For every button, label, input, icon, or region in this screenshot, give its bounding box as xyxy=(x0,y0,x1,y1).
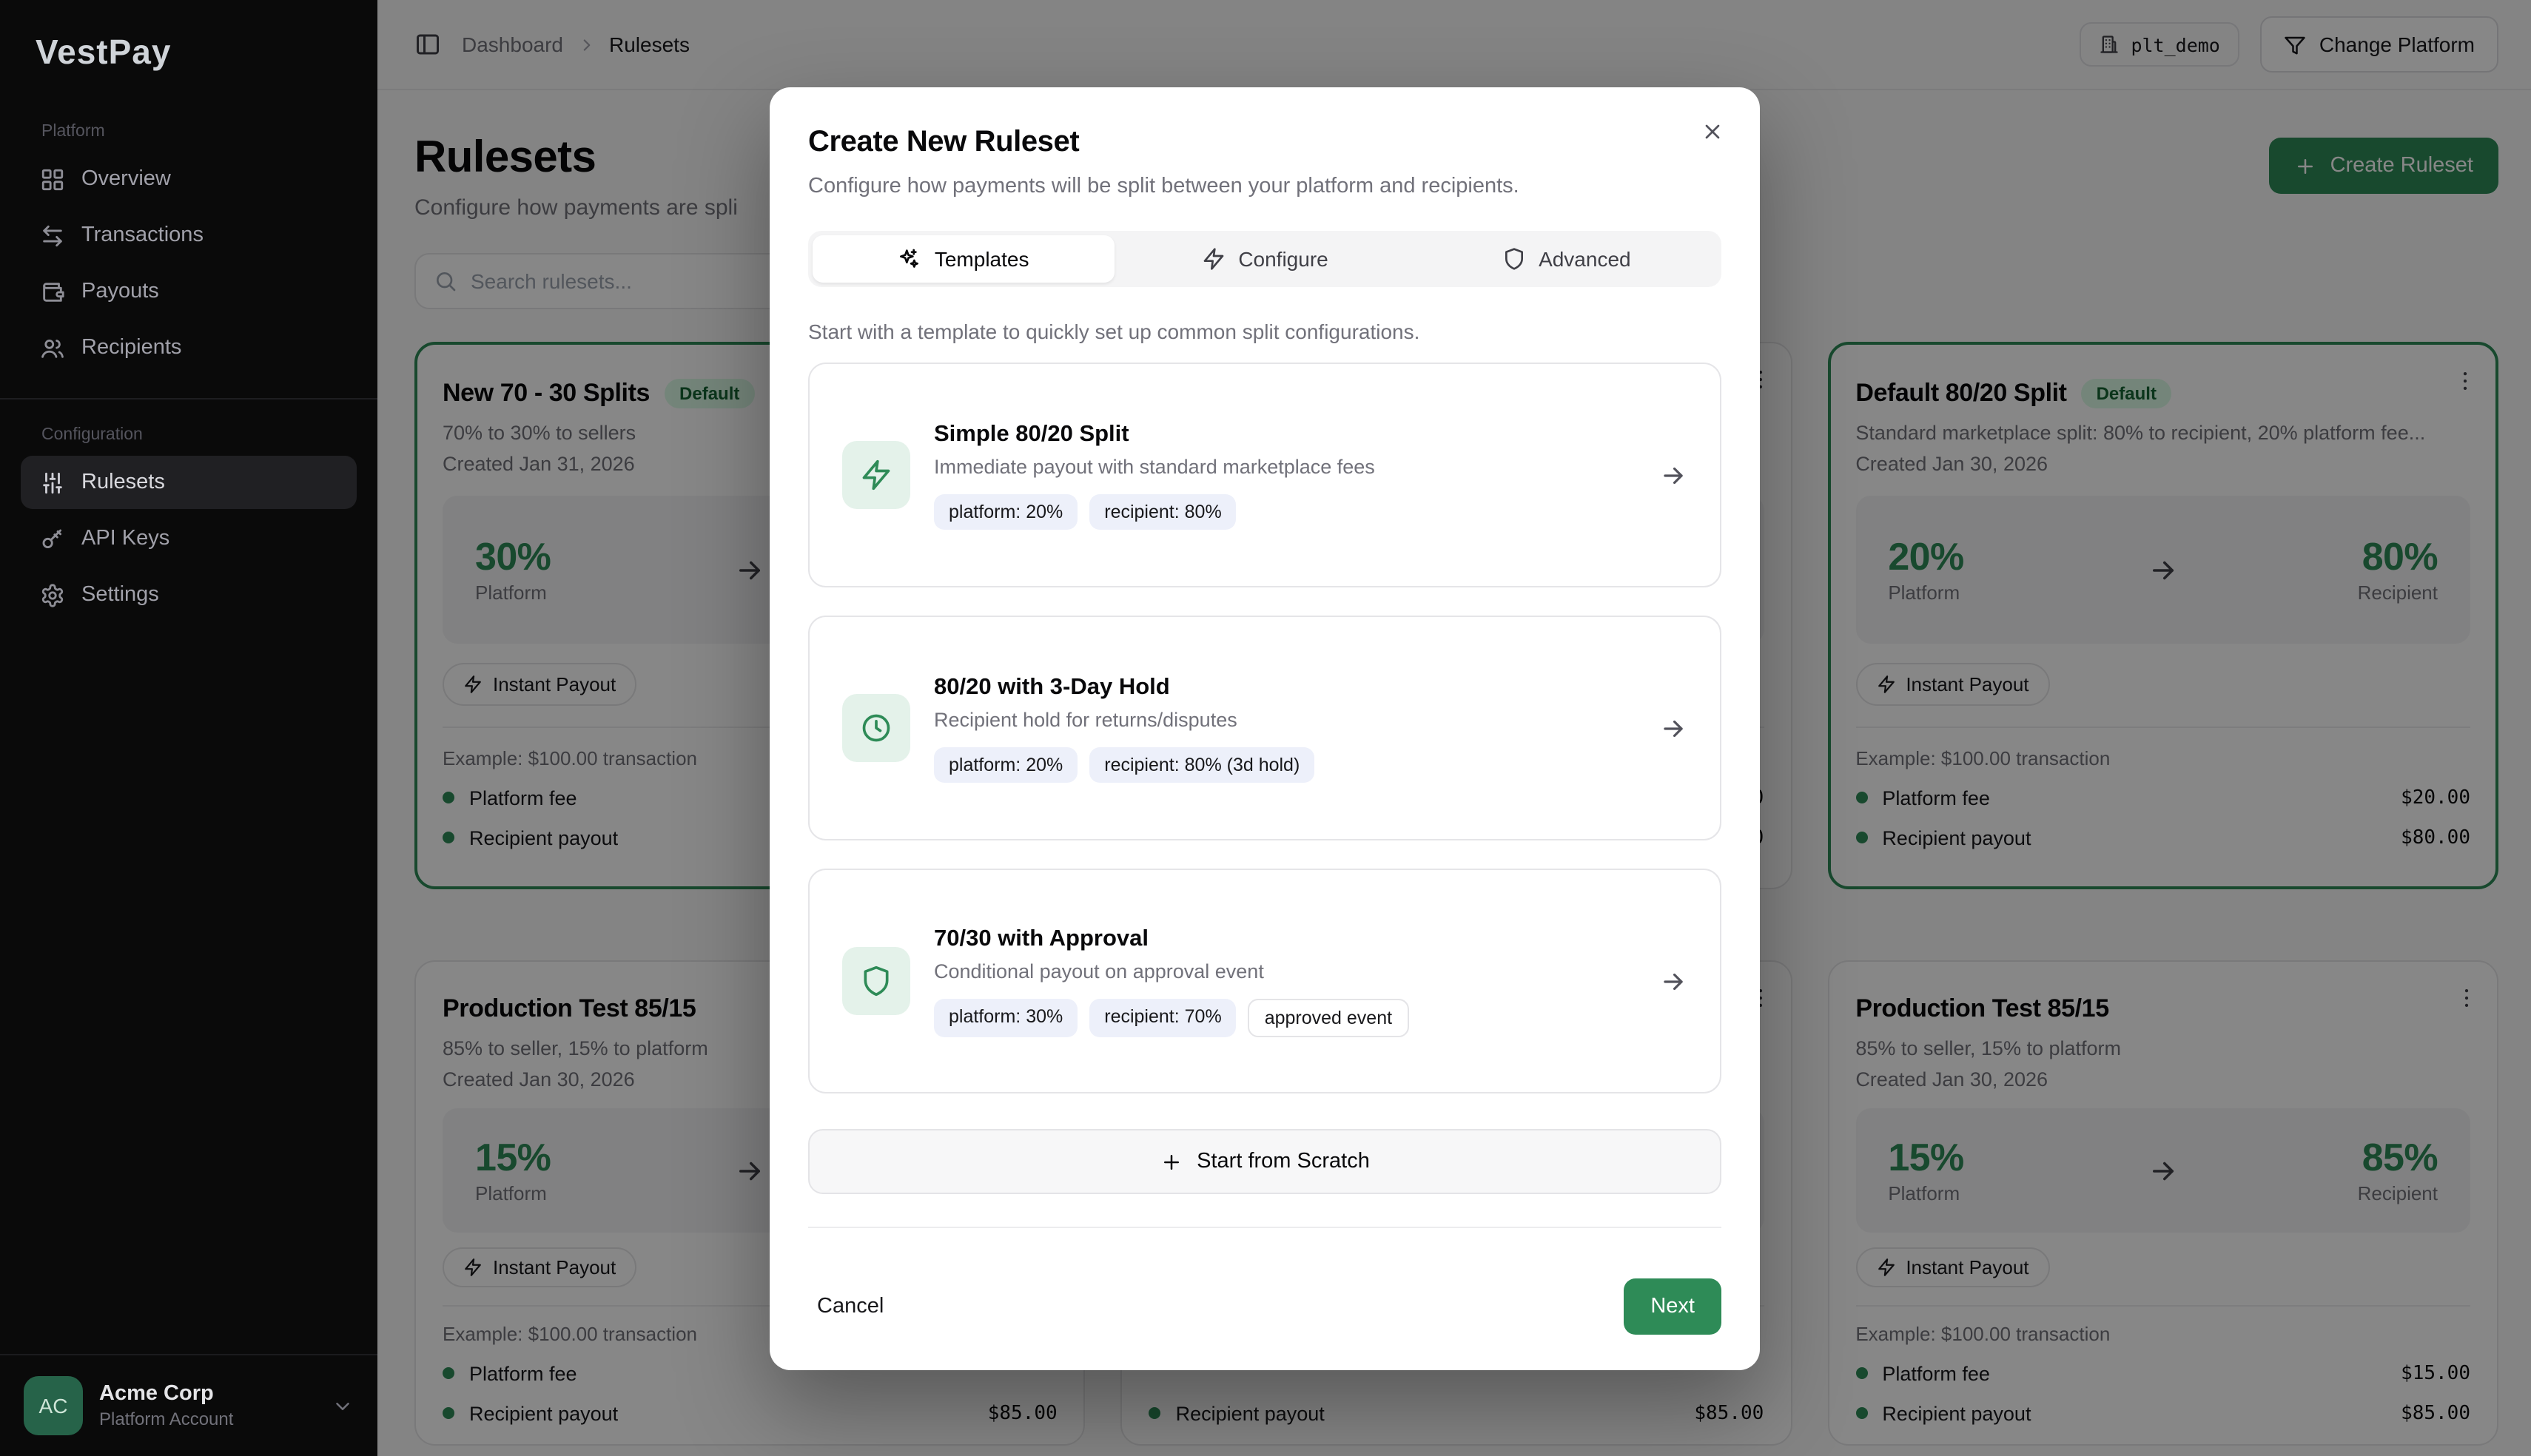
sidebar: VestPay Platform Overview Transactions P… xyxy=(0,0,377,1456)
event-badge: approved event xyxy=(1248,998,1408,1037)
sidebar-item-transactions[interactable]: Transactions xyxy=(21,209,357,262)
tab-configure[interactable]: Configure xyxy=(1114,235,1415,283)
sidebar-item-label: Rulesets xyxy=(81,471,165,494)
sidebar-item-label: Transactions xyxy=(81,223,204,247)
sidebar-divider xyxy=(0,398,377,400)
template-description: Conditional payout on approval event xyxy=(934,960,1636,982)
platform-badge: platform: 20% xyxy=(934,746,1078,782)
arrow-right-icon xyxy=(1659,461,1687,489)
modal-subtitle: Configure how payments will be split bet… xyxy=(808,175,1721,198)
template-badges: platform: 20% recipient: 80% (3d hold) xyxy=(934,746,1636,782)
template-list: Simple 80/20 Split Immediate payout with… xyxy=(808,363,1721,1093)
zap-icon xyxy=(1201,247,1225,271)
wallet-icon xyxy=(40,279,65,304)
sidebar-section-configuration: Configuration xyxy=(41,426,377,444)
template-badges: platform: 30% recipient: 70% approved ev… xyxy=(934,998,1636,1037)
start-from-scratch-button[interactable]: Start from Scratch xyxy=(808,1129,1721,1194)
sidebar-item-recipients[interactable]: Recipients xyxy=(21,321,357,374)
sidebar-item-overview[interactable]: Overview xyxy=(21,152,357,206)
account-name: Acme Corp xyxy=(99,1382,233,1406)
template-icon-tile xyxy=(842,441,910,509)
avatar: AC xyxy=(24,1376,83,1435)
template-description: Immediate payout with standard marketpla… xyxy=(934,455,1636,477)
template-title: Simple 80/20 Split xyxy=(934,421,1636,448)
cancel-button[interactable]: Cancel xyxy=(808,1283,893,1330)
template-7030-approval[interactable]: 70/30 with Approval Conditional payout o… xyxy=(808,869,1721,1093)
shield-icon xyxy=(860,965,893,997)
app-logo: VestPay xyxy=(36,33,377,73)
app-root: VestPay Platform Overview Transactions P… xyxy=(0,0,2531,1456)
plus-icon xyxy=(1160,1150,1182,1173)
sidebar-item-settings[interactable]: Settings xyxy=(21,568,357,621)
clock-icon xyxy=(860,712,893,744)
close-icon[interactable] xyxy=(1701,120,1724,144)
recipient-badge: recipient: 80% xyxy=(1089,493,1236,529)
create-ruleset-modal: Create New Ruleset Configure how payment… xyxy=(770,87,1760,1370)
start-from-scratch-label: Start from Scratch xyxy=(1197,1150,1370,1173)
next-button[interactable]: Next xyxy=(1624,1278,1721,1335)
template-badges: platform: 20% recipient: 80% xyxy=(934,493,1636,529)
account-role: Platform Account xyxy=(99,1409,233,1429)
modal-footer-divider xyxy=(808,1227,1721,1228)
arrow-right-icon xyxy=(1659,967,1687,995)
template-description: Recipient hold for returns/disputes xyxy=(934,708,1636,730)
chevron-down-icon xyxy=(332,1395,354,1417)
modal-title: Create New Ruleset xyxy=(808,126,1721,160)
arrows-left-right-icon xyxy=(40,223,65,248)
template-icon-tile xyxy=(842,947,910,1015)
templates-helper-text: Start with a template to quickly set up … xyxy=(808,320,1721,343)
sidebar-item-label: Payouts xyxy=(81,280,159,303)
modal-tabs: Templates Configure Advanced xyxy=(808,231,1721,287)
template-8020-hold[interactable]: 80/20 with 3-Day Hold Recipient hold for… xyxy=(808,616,1721,840)
key-icon xyxy=(40,526,65,551)
modal-footer: Cancel Next xyxy=(808,1278,1721,1335)
template-icon-tile xyxy=(842,694,910,762)
arrow-right-icon xyxy=(1659,714,1687,742)
sidebar-item-label: Settings xyxy=(81,583,159,607)
account-switcher[interactable]: AC Acme Corp Platform Account xyxy=(0,1354,377,1456)
template-body: 80/20 with 3-Day Hold Recipient hold for… xyxy=(934,674,1636,782)
tab-label: Configure xyxy=(1238,247,1328,271)
sliders-icon xyxy=(40,470,65,495)
tab-advanced[interactable]: Advanced xyxy=(1416,235,1717,283)
recipient-badge: recipient: 80% (3d hold) xyxy=(1089,746,1314,782)
sidebar-item-label: Recipients xyxy=(81,336,181,360)
sidebar-item-label: API Keys xyxy=(81,527,169,550)
sidebar-item-label: Overview xyxy=(81,167,171,191)
template-body: 70/30 with Approval Conditional payout o… xyxy=(934,926,1636,1037)
account-info: Acme Corp Platform Account xyxy=(99,1382,233,1429)
tab-label: Templates xyxy=(935,247,1029,271)
template-title: 70/30 with Approval xyxy=(934,926,1636,952)
sidebar-section-platform: Platform xyxy=(41,123,377,141)
platform-badge: platform: 30% xyxy=(934,998,1078,1037)
recipient-badge: recipient: 70% xyxy=(1089,998,1236,1037)
sidebar-nav: Platform Overview Transactions Payouts R… xyxy=(0,123,377,624)
template-body: Simple 80/20 Split Immediate payout with… xyxy=(934,421,1636,529)
next-label: Next xyxy=(1650,1295,1695,1318)
tab-label: Advanced xyxy=(1539,247,1631,271)
template-simple-8020[interactable]: Simple 80/20 Split Immediate payout with… xyxy=(808,363,1721,587)
platform-badge: platform: 20% xyxy=(934,493,1078,529)
sidebar-item-rulesets[interactable]: Rulesets xyxy=(21,456,357,509)
zap-icon xyxy=(860,459,893,491)
template-title: 80/20 with 3-Day Hold xyxy=(934,674,1636,701)
sidebar-item-payouts[interactable]: Payouts xyxy=(21,265,357,318)
grid-icon xyxy=(40,166,65,192)
users-icon xyxy=(40,335,65,360)
sparkles-icon xyxy=(898,247,921,271)
tab-templates[interactable]: Templates xyxy=(813,235,1114,283)
sidebar-item-api-keys[interactable]: API Keys xyxy=(21,512,357,565)
gear-icon xyxy=(40,582,65,607)
shield-icon xyxy=(1502,247,1525,271)
